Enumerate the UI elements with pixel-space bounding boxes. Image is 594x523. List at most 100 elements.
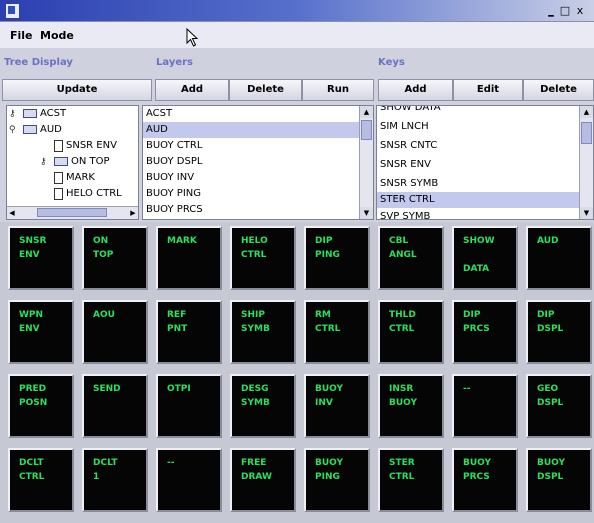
folder-icon [23, 109, 37, 118]
softkey-cbl-angl[interactable]: CBL ANGL [378, 226, 444, 290]
keys-add-button[interactable]: Add [378, 79, 453, 101]
tree-node-label: ACST [40, 108, 67, 119]
key-icon: ⚷ [9, 108, 16, 119]
layers-run-button[interactable]: Run [302, 79, 374, 101]
softkey-thld-ctrl[interactable]: THLD CTRL [378, 300, 444, 364]
layers-list-item[interactable]: BUOY CTRL [143, 138, 359, 154]
softkey-buoy-inv[interactable]: BUOY INV [304, 374, 370, 438]
softkey-ref-pnt[interactable]: REF PNT [156, 300, 222, 364]
softkey-show-data[interactable]: SHOW DATA [452, 226, 518, 290]
keys-edit-button[interactable]: Edit [453, 79, 523, 101]
tree-node-helo-ctrl[interactable]: HELO CTRL [54, 187, 122, 200]
softkey-aud[interactable]: AUD [526, 226, 592, 290]
tree-horizontal-scrollbar[interactable]: ◀ ▶ [7, 206, 138, 219]
layers-list-item[interactable]: BUOY PRCS [143, 202, 359, 218]
softkey-snsr-env[interactable]: SNSR ENV [8, 226, 74, 290]
softkey-rm-ctrl[interactable]: RM CTRL [304, 300, 370, 364]
softkey-dip-ping[interactable]: DIP PING [304, 226, 370, 290]
keys-list-item[interactable]: SHOW DATA [377, 106, 579, 116]
layers-list[interactable]: ACST AUD BUOY CTRL BUOY DSPL BUOY INV BU… [142, 105, 374, 220]
layers-list-item[interactable]: BUOY PING [143, 186, 359, 202]
softkey-free-draw[interactable]: FREE DRAW [230, 448, 296, 512]
layers-vertical-scrollbar[interactable]: ▲ ▼ [359, 106, 373, 219]
folder-icon [54, 157, 68, 166]
document-icon [54, 171, 63, 184]
tree-node-acst[interactable]: ⚷ ACST [9, 107, 66, 120]
tree-node-mark[interactable]: MARK [54, 171, 95, 184]
keys-list-item[interactable]: SNSR SYMB [377, 176, 579, 192]
softkey-mark[interactable]: MARK [156, 226, 222, 290]
softkey-dclt-1[interactable]: DCLT 1 [82, 448, 148, 512]
layers-add-button[interactable]: Add [155, 79, 229, 101]
softkey-empty[interactable]: -- [452, 374, 518, 438]
keys-list-item[interactable]: SNSR ENV [377, 157, 579, 173]
softkey-dclt-ctrl[interactable]: DCLT CTRL [8, 448, 74, 512]
minimize-button[interactable]: _ [544, 4, 558, 18]
tree-node-snsr-env[interactable]: SNSR ENV [54, 139, 117, 152]
layers-delete-button[interactable]: Delete [229, 79, 302, 101]
scroll-thumb[interactable] [361, 120, 372, 140]
softkey-empty[interactable]: -- [156, 448, 222, 512]
keys-vertical-scrollbar[interactable]: ▲ ▼ [579, 106, 593, 219]
softkey-aou[interactable]: AOU [82, 300, 148, 364]
scroll-up-icon[interactable]: ▲ [360, 106, 373, 118]
softkey-insr-buoy[interactable]: INSR BUOY [378, 374, 444, 438]
tree-node-label: AUD [40, 124, 62, 135]
softkey-helo-ctrl[interactable]: HELO CTRL [230, 226, 296, 290]
softkey-on-top[interactable]: ON TOP [82, 226, 148, 290]
layers-list-item[interactable]: BUOY DSPL [143, 154, 359, 170]
menu-file[interactable]: File [10, 29, 33, 42]
tree-node-aud[interactable]: ⚲ AUD [9, 123, 62, 136]
tree-node-label: ON TOP [71, 156, 110, 167]
update-button[interactable]: Update [2, 79, 152, 101]
title-bar: _ □ x [0, 0, 594, 22]
tree-node-label: MARK [66, 172, 95, 183]
softkey-dip-dspl[interactable]: DIP DSPL [526, 300, 592, 364]
layers-label: Layers [156, 57, 193, 68]
layers-list-item-selected[interactable]: AUD [143, 122, 359, 138]
scroll-right-icon[interactable]: ▶ [128, 207, 138, 219]
softkey-buoy-prcs[interactable]: BUOY PRCS [452, 448, 518, 512]
folder-icon [23, 125, 37, 134]
softkey-desg-symb[interactable]: DESG SYMB [230, 374, 296, 438]
softkey-buoy-ping[interactable]: BUOY PING [304, 448, 370, 512]
tree-node-label: SNSR ENV [66, 140, 117, 151]
keys-list-item[interactable]: SIM LNCH [377, 119, 579, 135]
close-button[interactable]: x [573, 4, 587, 18]
softkey-ship-symb[interactable]: SHIP SYMB [230, 300, 296, 364]
menu-mode[interactable]: Mode [40, 29, 74, 42]
maximize-button[interactable]: □ [558, 4, 572, 18]
expanded-key-icon: ⚲ [9, 124, 16, 135]
layers-list-item[interactable]: ACST [143, 106, 359, 122]
softkey-buoy-dspl[interactable]: BUOY DSPL [526, 448, 592, 512]
softkey-dip-prcs[interactable]: DIP PRCS [452, 300, 518, 364]
softkey-wpn-env[interactable]: WPN ENV [8, 300, 74, 364]
scroll-thumb[interactable] [37, 208, 107, 217]
scroll-left-icon[interactable]: ◀ [7, 207, 17, 219]
softkey-geo-dspl[interactable]: GEO DSPL [526, 374, 592, 438]
key-icon: ⚷ [40, 156, 47, 167]
tree-node-on-top[interactable]: ⚷ ON TOP [40, 155, 110, 168]
scroll-thumb[interactable] [581, 122, 592, 144]
softkey-ster-ctrl[interactable]: STER CTRL [378, 448, 444, 512]
keys-list-item[interactable]: SNSR CNTC [377, 138, 579, 154]
scroll-down-icon[interactable]: ▼ [360, 207, 373, 219]
softkey-grid: SNSR ENV ON TOP MARK HELO CTRL DIP PING … [0, 222, 594, 523]
tree-display[interactable]: ⚷ ACST ⚲ AUD SNSR ENV ⚷ ON TOP MARK HELO… [6, 105, 139, 220]
keys-label: Keys [378, 57, 405, 68]
menu-bar: File Mode [0, 22, 594, 48]
tree-display-label: Tree Display [4, 57, 73, 68]
softkey-send[interactable]: SEND [82, 374, 148, 438]
document-icon [54, 139, 63, 152]
app-icon [5, 3, 20, 19]
scroll-down-icon[interactable]: ▼ [580, 207, 593, 219]
softkey-otpi[interactable]: OTPI [156, 374, 222, 438]
keys-list-item-selected[interactable]: STER CTRL [377, 192, 579, 208]
keys-list[interactable]: SHOW DATA SIM LNCH SNSR CNTC SNSR ENV SN… [376, 105, 594, 220]
scroll-up-icon[interactable]: ▲ [580, 106, 593, 118]
layers-list-item[interactable]: BUOY INV [143, 170, 359, 186]
tree-node-label: HELO CTRL [66, 188, 122, 199]
keys-delete-button[interactable]: Delete [523, 79, 594, 101]
keys-list-item[interactable]: SVP SYMB [377, 209, 579, 219]
softkey-pred-posn[interactable]: PRED POSN [8, 374, 74, 438]
